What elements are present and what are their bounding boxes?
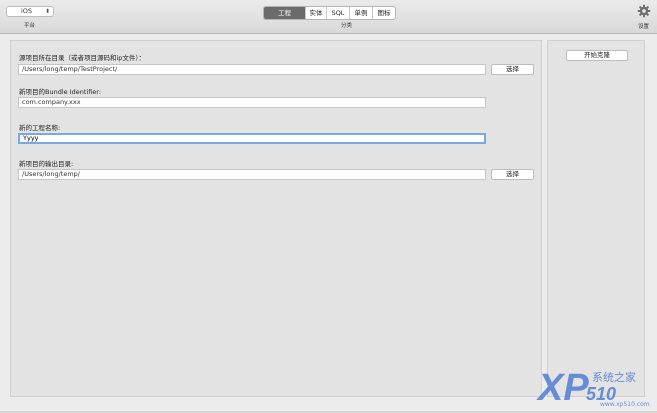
gear-icon[interactable] xyxy=(637,4,651,18)
output-dir-label: 新项目的输出目录: xyxy=(19,160,74,168)
chevron-updown-icon: ⬍ xyxy=(44,8,50,15)
tab-singleton[interactable]: 单例 xyxy=(350,7,373,19)
watermark-xp: XP xyxy=(536,367,589,408)
bundle-id-label: 新项目的Bundle Identifier: xyxy=(19,88,102,96)
platform-select[interactable]: iOS ⬍ xyxy=(6,6,54,17)
tab-project[interactable]: 工程 xyxy=(264,7,306,19)
source-dir-label: 源项目所在目录（或者项目源码和ip文件）： xyxy=(19,54,146,62)
settings-caption: 设置 xyxy=(638,24,650,30)
project-name-label: 新的工程名称: xyxy=(19,124,61,132)
output-dir-field[interactable]: /Users/long/temp/ xyxy=(18,169,486,180)
project-name-field[interactable]: Yyyy xyxy=(18,133,486,144)
platform-caption: 平台 xyxy=(24,23,36,29)
bundle-id-field[interactable]: com.company.xxx xyxy=(18,97,486,108)
start-clone-button[interactable]: 开始克隆 xyxy=(566,50,628,61)
tab-sql[interactable]: SQL xyxy=(327,7,350,19)
category-caption: 分类 xyxy=(341,23,353,29)
choose-source-button[interactable]: 选择 xyxy=(491,64,534,75)
watermark-cn: 系统之家 xyxy=(592,370,636,384)
watermark-url: www.xp510.com xyxy=(600,401,650,408)
tab-icon[interactable]: 图标 xyxy=(373,7,395,19)
source-dir-field[interactable]: /Users/long/temp/TestProject/ xyxy=(18,64,486,75)
action-side-panel xyxy=(547,40,645,397)
platform-value: iOS xyxy=(21,7,33,15)
toolbar: iOS ⬍ 平台 工程 实体 SQL 单例 图标 分类 设置 xyxy=(0,0,657,34)
tab-entity[interactable]: 实体 xyxy=(306,7,327,19)
category-segmented-control: 工程 实体 SQL 单例 图标 xyxy=(263,6,396,20)
watermark-logo: XP 510 系统之家 www.xp510.com xyxy=(536,367,650,408)
choose-output-button[interactable]: 选择 xyxy=(491,169,534,180)
